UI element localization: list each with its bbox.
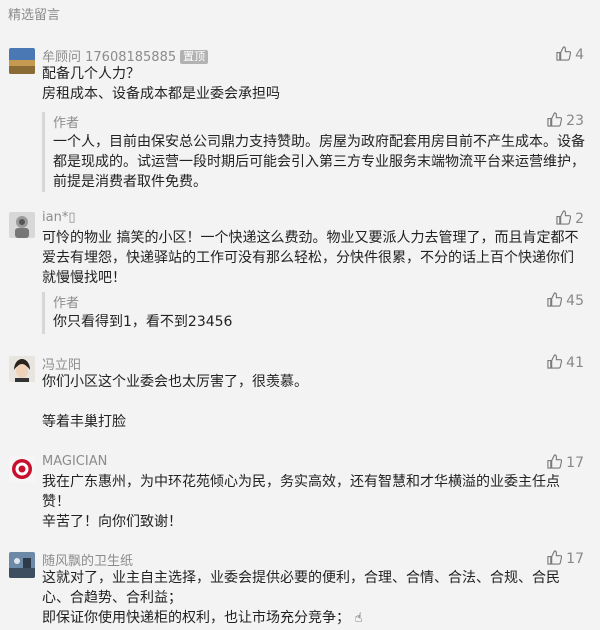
comment-text: 可怜的物业 搞笑的小区！一个快递这么费劲。物业又要派人力去管理了，而且肯定都不爱…	[42, 230, 579, 286]
comment-text: 你们小区这个业委会也太厉害了，很羡慕。 等着丰巢打脸	[42, 374, 308, 430]
thumbs-up-icon	[547, 354, 563, 369]
like-count: 41	[566, 355, 584, 371]
like-button[interactable]: 23	[547, 112, 584, 129]
like-count: 17	[566, 455, 584, 471]
comment-text: 我在广东惠州，为中环花苑倾心为民，务实高效，还有智慧和才华横溢的业委主任点赞！ …	[42, 474, 560, 530]
avatar[interactable]	[9, 356, 35, 382]
comment-text: 这就对了，业主自主选择，业委会提供必要的便利，合理、合情、合法、合规、合民心、合…	[42, 568, 582, 629]
section-title: 精选留言	[8, 8, 61, 23]
like-button[interactable]: 17	[547, 550, 584, 567]
thumbs-up-icon	[556, 46, 572, 61]
like-count: 4	[575, 47, 584, 63]
pointing-hand-icon: ☝	[354, 611, 363, 626]
like-button[interactable]: 4	[556, 46, 584, 63]
comment-item: ian*▯ 2 可怜的物业 搞笑的小区！一个快递这么费劲。物业又要派人力去管理了…	[0, 208, 600, 336]
like-count: 17	[566, 551, 584, 567]
comment-text: 配备几个人力？ 房租成本、设备成本都是业委会承担吗	[42, 66, 280, 102]
thumbs-up-icon	[556, 210, 572, 225]
thumbs-up-icon	[547, 112, 563, 127]
pinned-badge: 置顶	[180, 50, 209, 64]
like-count: 23	[566, 113, 584, 129]
like-button[interactable]: 41	[547, 354, 584, 371]
avatar[interactable]	[9, 456, 35, 482]
comment-nickname: 随风飘的卫生纸	[42, 554, 134, 569]
comment-nickname: 冯立阳	[42, 358, 82, 373]
like-count: 2	[575, 211, 584, 227]
reply-author-label: 作者	[53, 296, 80, 311]
author-reply: 作者 45 你只看得到1，看不到23456	[42, 292, 592, 334]
reply-author-label: 作者	[53, 116, 80, 131]
author-reply: 作者 23 一个人，目前由保安总公司鼎力支持赞助。房屋为政府配套用房目前不产生成…	[42, 112, 592, 192]
like-button[interactable]: 45	[547, 292, 584, 309]
reply-text: 你只看得到1，看不到23456	[53, 314, 233, 330]
like-button[interactable]: 17	[547, 454, 584, 471]
avatar[interactable]	[9, 552, 35, 578]
avatar[interactable]	[9, 48, 35, 74]
comment-item: 牟顾问 17608185885 置顶 4 配备几个人力？ 房租成本、设备成本都是业…	[0, 44, 600, 194]
avatar[interactable]	[9, 212, 35, 238]
thumbs-up-icon	[547, 292, 563, 307]
comment-nickname: MAGICIAN	[42, 454, 108, 469]
comment-item: MAGICIAN 17 我在广东惠州，为中环花苑倾心为民，务实高效，还有智慧和才…	[0, 452, 600, 532]
like-button[interactable]: 2	[556, 210, 584, 227]
comment-item: 随风飘的卫生纸 17 这就对了，业主自主选择，业委会提供必要的便利，合理、合情、…	[0, 548, 600, 628]
thumbs-up-icon	[547, 454, 563, 469]
like-count: 45	[566, 293, 584, 309]
comment-item: 冯立阳 41 你们小区这个业委会也太厉害了，很羡慕。 等着丰巢打脸	[0, 352, 600, 432]
thumbs-up-icon	[547, 550, 563, 565]
comment-nickname: 牟顾问 17608185885 置顶	[42, 46, 209, 65]
comment-nickname: ian*▯	[42, 210, 76, 225]
reply-text: 一个人，目前由保安总公司鼎力支持赞助。房屋为政府配套用房目前不产生成本。设备都是…	[53, 134, 585, 190]
